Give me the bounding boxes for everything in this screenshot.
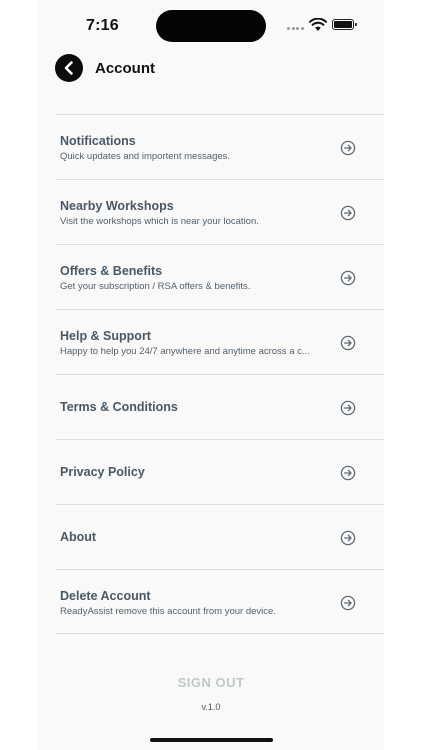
status-bar: 7:16 — [38, 0, 384, 52]
arrow-right-circle-icon — [340, 205, 356, 221]
battery-icon — [332, 19, 357, 30]
account-menu: Notifications Quick updates and importen… — [56, 114, 384, 634]
menu-item-title: Delete Account — [60, 589, 151, 603]
wifi-icon — [309, 18, 327, 31]
menu-item-title: Terms & Conditions — [60, 400, 178, 414]
back-button[interactable] — [55, 54, 83, 82]
menu-item-about[interactable]: About — [56, 504, 384, 569]
menu-item-title: About — [60, 530, 97, 544]
menu-item-title: Notifications — [60, 134, 136, 148]
chevron-left-icon — [64, 61, 73, 75]
dynamic-island — [156, 10, 266, 42]
page-title: Account — [95, 60, 155, 77]
app-version: v.1.0 — [201, 702, 221, 712]
menu-item-notifications[interactable]: Notifications Quick updates and importen… — [56, 114, 384, 179]
menu-item-offers-benefits[interactable]: Offers & Benefits Get your subscription … — [56, 244, 384, 309]
arrow-right-circle-icon — [340, 140, 356, 156]
menu-item-subtitle: Happy to help you 24/7 anywhere and anyt… — [60, 346, 310, 357]
app-header: Account — [38, 52, 384, 84]
screen: 7:16 Account Notifications Quick updates… — [38, 0, 384, 750]
menu-item-terms-conditions[interactable]: Terms & Conditions — [56, 374, 384, 439]
menu-item-subtitle: Quick updates and importent messages. — [60, 151, 231, 162]
menu-item-help-support[interactable]: Help & Support Happy to help you 24/7 an… — [56, 309, 384, 374]
menu-item-subtitle: ReadyAssist remove this account from you… — [60, 606, 276, 617]
arrow-right-circle-icon — [340, 465, 356, 481]
arrow-right-circle-icon — [340, 400, 356, 416]
cellular-signal-icon — [287, 27, 307, 31]
arrow-right-circle-icon — [340, 335, 356, 351]
menu-item-nearby-workshops[interactable]: Nearby Workshops Visit the workshops whi… — [56, 179, 384, 244]
menu-item-subtitle: Get your subscription / RSA offers & ben… — [60, 281, 251, 292]
arrow-right-circle-icon — [340, 270, 356, 286]
arrow-right-circle-icon — [340, 530, 356, 546]
menu-item-privacy-policy[interactable]: Privacy Policy — [56, 439, 384, 504]
menu-item-title: Offers & Benefits — [60, 264, 163, 278]
menu-item-subtitle: Visit the workshops which is near your l… — [60, 216, 259, 227]
arrow-right-circle-icon — [340, 595, 356, 611]
menu-item-title: Nearby Workshops — [60, 199, 174, 213]
home-indicator[interactable] — [150, 738, 273, 742]
menu-item-title: Privacy Policy — [60, 465, 145, 479]
sign-out-button[interactable]: SIGN OUT — [38, 675, 384, 690]
menu-item-title: Help & Support — [60, 329, 151, 343]
menu-item-delete-account[interactable]: Delete Account ReadyAssist remove this a… — [56, 569, 384, 634]
status-time: 7:16 — [86, 17, 119, 34]
